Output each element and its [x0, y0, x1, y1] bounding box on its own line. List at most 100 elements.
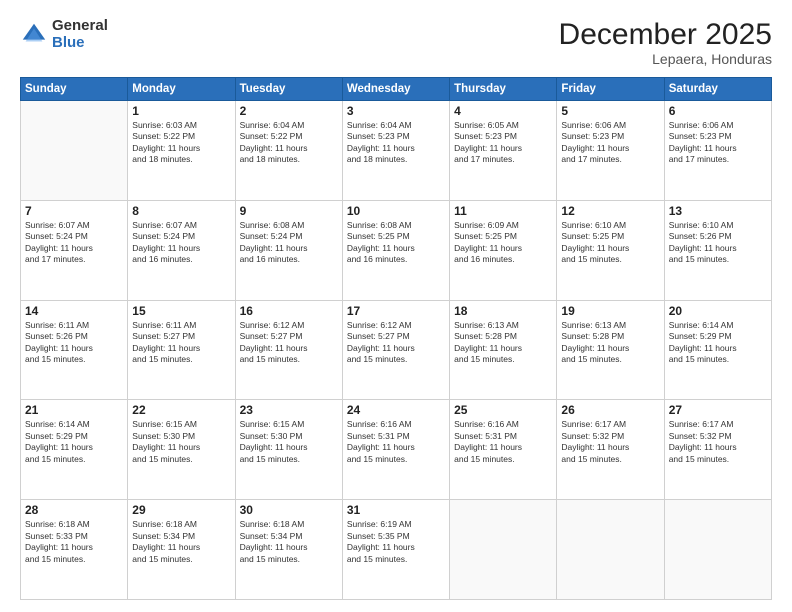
table-row: 10 Sunrise: 6:08 AM Sunset: 5:25 PM Dayli… [342, 200, 449, 300]
table-row: 17Sunrise: 6:12 AM Sunset: 5:27 PM Dayli… [342, 300, 449, 400]
day-number: 17 [347, 304, 445, 318]
cell-info: Sunrise: 6:04 AM Sunset: 5:23 PM Dayligh… [347, 120, 445, 166]
calendar-header-row: Sunday Monday Tuesday Wednesday Thursday… [21, 78, 772, 101]
day-number: 19 [561, 304, 659, 318]
table-row: 20Sunrise: 6:14 AM Sunset: 5:29 PM Dayli… [664, 300, 771, 400]
day-number: 12 [561, 204, 659, 218]
day-number: 10 [347, 204, 445, 218]
cell-info: Sunrise: 6:04 AM Sunset: 5:22 PM Dayligh… [240, 120, 338, 166]
cell-info: Sunrise: 6:11 AM Sunset: 5:26 PM Dayligh… [25, 320, 123, 366]
day-number: 31 [347, 503, 445, 517]
table-row: 2 Sunrise: 6:04 AM Sunset: 5:22 PM Daylig… [235, 101, 342, 201]
calendar-row: 21 Sunrise: 6:14 AM Sunset: 5:29 PM Dayli… [21, 400, 772, 500]
day-number: 3 [347, 104, 445, 118]
col-tuesday: Tuesday [235, 78, 342, 101]
table-row [21, 101, 128, 201]
table-row: 7 Sunrise: 6:07 AM Sunset: 5:24 PM Daylig… [21, 200, 128, 300]
cell-info: Sunrise: 6:03 AM Sunset: 5:22 PM Dayligh… [132, 120, 230, 166]
cell-info: Sunrise: 6:15 AM Sunset: 5:30 PM Dayligh… [132, 419, 230, 465]
cell-info: Sunrise: 6:08 AM Sunset: 5:24 PM Dayligh… [240, 220, 338, 266]
table-row [450, 500, 557, 600]
cell-info: Sunrise: 6:17 AM Sunset: 5:32 PM Dayligh… [669, 419, 767, 465]
day-number: 5 [561, 104, 659, 118]
table-row: 11 Sunrise: 6:09 AM Sunset: 5:25 PM Dayli… [450, 200, 557, 300]
cell-info: Sunrise: 6:18 AM Sunset: 5:33 PM Dayligh… [25, 519, 123, 565]
day-number: 15 [132, 304, 230, 318]
cell-info: Sunrise: 6:18 AM Sunset: 5:34 PM Dayligh… [240, 519, 338, 565]
cell-info: Sunrise: 6:17 AM Sunset: 5:32 PM Dayligh… [561, 419, 659, 465]
day-number: 22 [132, 403, 230, 417]
day-number: 18 [454, 304, 552, 318]
col-sunday: Sunday [21, 78, 128, 101]
cell-info: Sunrise: 6:09 AM Sunset: 5:25 PM Dayligh… [454, 220, 552, 266]
cell-info: Sunrise: 6:10 AM Sunset: 5:26 PM Dayligh… [669, 220, 767, 266]
table-row: 12 Sunrise: 6:10 AM Sunset: 5:25 PM Dayli… [557, 200, 664, 300]
table-row [557, 500, 664, 600]
cell-info: Sunrise: 6:07 AM Sunset: 5:24 PM Dayligh… [25, 220, 123, 266]
table-row: 28Sunrise: 6:18 AM Sunset: 5:33 PM Dayli… [21, 500, 128, 600]
table-row: 1 Sunrise: 6:03 AM Sunset: 5:22 PM Daylig… [128, 101, 235, 201]
day-number: 14 [25, 304, 123, 318]
table-row [664, 500, 771, 600]
cell-info: Sunrise: 6:10 AM Sunset: 5:25 PM Dayligh… [561, 220, 659, 266]
table-row: 29Sunrise: 6:18 AM Sunset: 5:34 PM Dayli… [128, 500, 235, 600]
day-number: 11 [454, 204, 552, 218]
table-row: 15Sunrise: 6:11 AM Sunset: 5:27 PM Dayli… [128, 300, 235, 400]
logo-icon [20, 21, 48, 49]
day-number: 8 [132, 204, 230, 218]
logo: General Blue [20, 18, 108, 51]
calendar-table: Sunday Monday Tuesday Wednesday Thursday… [20, 77, 772, 600]
cell-info: Sunrise: 6:18 AM Sunset: 5:34 PM Dayligh… [132, 519, 230, 565]
cell-info: Sunrise: 6:08 AM Sunset: 5:25 PM Dayligh… [347, 220, 445, 266]
title-area: December 2025 Lepaera, Honduras [559, 18, 772, 67]
cell-info: Sunrise: 6:19 AM Sunset: 5:35 PM Dayligh… [347, 519, 445, 565]
col-wednesday: Wednesday [342, 78, 449, 101]
calendar-row: 7 Sunrise: 6:07 AM Sunset: 5:24 PM Daylig… [21, 200, 772, 300]
table-row: 4 Sunrise: 6:05 AM Sunset: 5:23 PM Daylig… [450, 101, 557, 201]
logo-general-label: General [52, 18, 108, 35]
day-number: 2 [240, 104, 338, 118]
col-friday: Friday [557, 78, 664, 101]
day-number: 13 [669, 204, 767, 218]
cell-info: Sunrise: 6:16 AM Sunset: 5:31 PM Dayligh… [454, 419, 552, 465]
day-number: 21 [25, 403, 123, 417]
day-number: 20 [669, 304, 767, 318]
day-number: 9 [240, 204, 338, 218]
calendar-row: 1 Sunrise: 6:03 AM Sunset: 5:22 PM Daylig… [21, 101, 772, 201]
day-number: 7 [25, 204, 123, 218]
cell-info: Sunrise: 6:15 AM Sunset: 5:30 PM Dayligh… [240, 419, 338, 465]
month-title: December 2025 [559, 18, 772, 51]
day-number: 1 [132, 104, 230, 118]
table-row: 18Sunrise: 6:13 AM Sunset: 5:28 PM Dayli… [450, 300, 557, 400]
calendar-row: 14 Sunrise: 6:11 AM Sunset: 5:26 PM Dayli… [21, 300, 772, 400]
page: General Blue December 2025 Lepaera, Hond… [0, 0, 792, 612]
day-number: 16 [240, 304, 338, 318]
cell-info: Sunrise: 6:06 AM Sunset: 5:23 PM Dayligh… [669, 120, 767, 166]
table-row: 13 Sunrise: 6:10 AM Sunset: 5:26 PM Dayli… [664, 200, 771, 300]
table-row: 6 Sunrise: 6:06 AM Sunset: 5:23 PM Daylig… [664, 101, 771, 201]
day-number: 6 [669, 104, 767, 118]
table-row: 21 Sunrise: 6:14 AM Sunset: 5:29 PM Dayli… [21, 400, 128, 500]
table-row: 16Sunrise: 6:12 AM Sunset: 5:27 PM Dayli… [235, 300, 342, 400]
table-row: 22 Sunrise: 6:15 AM Sunset: 5:30 PM Dayli… [128, 400, 235, 500]
logo-blue-label: Blue [52, 35, 108, 52]
table-row: 30Sunrise: 6:18 AM Sunset: 5:34 PM Dayli… [235, 500, 342, 600]
day-number: 23 [240, 403, 338, 417]
day-number: 24 [347, 403, 445, 417]
col-saturday: Saturday [664, 78, 771, 101]
day-number: 26 [561, 403, 659, 417]
cell-info: Sunrise: 6:16 AM Sunset: 5:31 PM Dayligh… [347, 419, 445, 465]
table-row: 25 Sunrise: 6:16 AM Sunset: 5:31 PM Dayli… [450, 400, 557, 500]
day-number: 27 [669, 403, 767, 417]
table-row: 26 Sunrise: 6:17 AM Sunset: 5:32 PM Dayli… [557, 400, 664, 500]
day-number: 25 [454, 403, 552, 417]
day-number: 4 [454, 104, 552, 118]
table-row: 14 Sunrise: 6:11 AM Sunset: 5:26 PM Dayli… [21, 300, 128, 400]
cell-info: Sunrise: 6:06 AM Sunset: 5:23 PM Dayligh… [561, 120, 659, 166]
table-row: 19Sunrise: 6:13 AM Sunset: 5:28 PM Dayli… [557, 300, 664, 400]
table-row: 23 Sunrise: 6:15 AM Sunset: 5:30 PM Dayli… [235, 400, 342, 500]
cell-info: Sunrise: 6:05 AM Sunset: 5:23 PM Dayligh… [454, 120, 552, 166]
cell-info: Sunrise: 6:14 AM Sunset: 5:29 PM Dayligh… [25, 419, 123, 465]
table-row: 9 Sunrise: 6:08 AM Sunset: 5:24 PM Daylig… [235, 200, 342, 300]
table-row: 27 Sunrise: 6:17 AM Sunset: 5:32 PM Dayli… [664, 400, 771, 500]
